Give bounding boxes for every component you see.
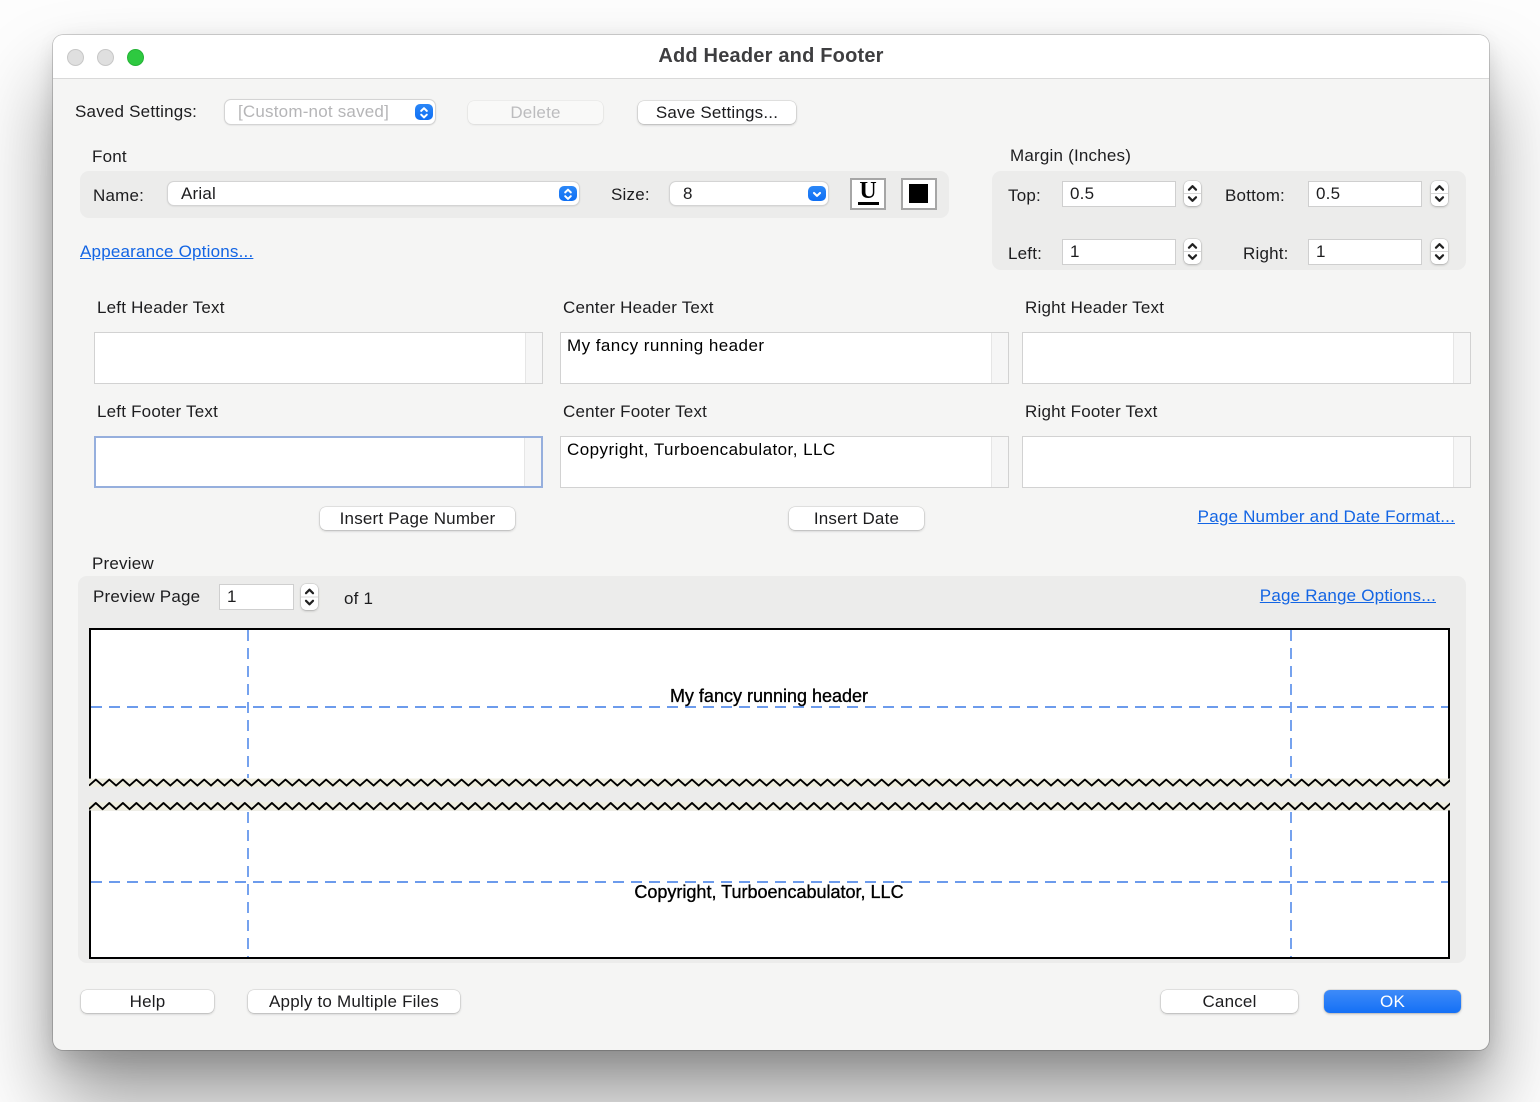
svg-text:Copyright, Turboencabulator, L: Copyright, Turboencabulator, LLC [634,882,903,902]
svg-text:My fancy running header: My fancy running header [670,686,868,706]
